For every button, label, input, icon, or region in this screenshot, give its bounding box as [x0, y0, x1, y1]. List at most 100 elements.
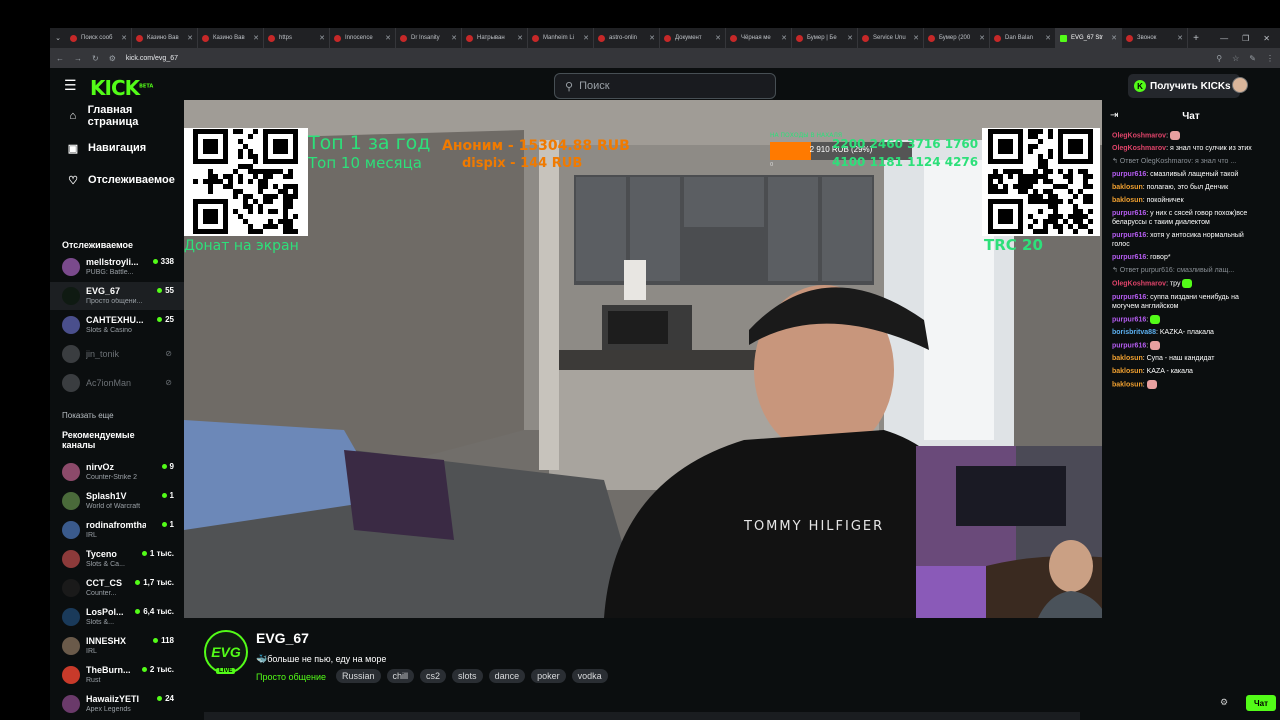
- tab-close-icon[interactable]: ✕: [979, 34, 985, 42]
- chat-username[interactable]: purpur616: [1112, 232, 1146, 239]
- chat-settings-icon[interactable]: ⚙: [1220, 697, 1228, 708]
- browser-tab[interactable]: Документ ✕: [660, 28, 726, 48]
- new-tab-button[interactable]: +: [1188, 33, 1204, 44]
- tab-close-icon[interactable]: ✕: [121, 34, 127, 42]
- browser-tab[interactable]: Dan Balan ✕: [990, 28, 1056, 48]
- stream-tag[interactable]: vodka: [571, 669, 608, 683]
- browser-tab[interactable]: https ✕: [264, 28, 330, 48]
- url-field[interactable]: kick.com/evg_67: [126, 55, 178, 62]
- chat-username[interactable]: baklosun: [1112, 382, 1143, 389]
- recommended-channel[interactable]: nirvOz Counter-Strike 2 9: [50, 458, 184, 486]
- browser-tab[interactable]: Поиск сооб ✕: [66, 28, 132, 48]
- extension-icon[interactable]: ✎: [1249, 54, 1256, 63]
- site-info-icon[interactable]: ⚙: [109, 54, 116, 63]
- browser-tab[interactable]: Звонок ✕: [1122, 28, 1188, 48]
- browser-tab[interactable]: EVG_67 Str ✕: [1056, 28, 1122, 48]
- search-input[interactable]: ⚲ Поиск: [554, 73, 776, 99]
- tab-search-icon[interactable]: ⌄: [50, 34, 66, 42]
- tab-close-icon[interactable]: ✕: [1177, 34, 1183, 42]
- chat-username[interactable]: borisbritva88: [1112, 329, 1156, 336]
- user-avatar[interactable]: [1232, 77, 1248, 93]
- tab-close-icon[interactable]: ✕: [913, 34, 919, 42]
- stream-tag[interactable]: chill: [386, 669, 415, 683]
- stream-tag[interactable]: dance: [488, 669, 526, 683]
- following-channel[interactable]: jin_tonik ⊘: [50, 340, 184, 368]
- recommended-channel[interactable]: Tyceno Slots & Ca... 1 тыс.: [50, 545, 184, 573]
- following-channel[interactable]: Ac7ionMan ⊘: [50, 369, 184, 397]
- channel-name[interactable]: EVG_67: [256, 630, 309, 646]
- browser-tab[interactable]: Казино Вав ✕: [132, 28, 198, 48]
- menu-kebab-icon[interactable]: ⋮: [1266, 54, 1274, 63]
- tab-close-icon[interactable]: ✕: [649, 34, 655, 42]
- chat-username[interactable]: purpur616: [1112, 210, 1146, 217]
- following-channel[interactable]: mellstroyli... PUBG: Battle... 338: [50, 253, 184, 281]
- browser-tab[interactable]: Казино Вав ✕: [198, 28, 264, 48]
- nav-following[interactable]: ♡ Отслеживаемое: [50, 169, 184, 191]
- tab-close-icon[interactable]: ✕: [187, 34, 193, 42]
- chat-username[interactable]: OlegKoshmarov: [1112, 281, 1166, 288]
- recommended-channel[interactable]: LosPol... Slots &... 6,4 тыс.: [50, 603, 184, 631]
- stream-tag[interactable]: cs2: [420, 669, 447, 683]
- chat-username[interactable]: purpur616: [1112, 294, 1146, 301]
- recommended-channel[interactable]: Splash1V World of Warcraft 1: [50, 487, 184, 515]
- chat-username[interactable]: baklosun: [1112, 355, 1143, 362]
- tab-close-icon[interactable]: ✕: [319, 34, 325, 42]
- get-kicks-button[interactable]: K Получить KICKs: [1128, 74, 1240, 98]
- chat-username[interactable]: purpur616: [1112, 342, 1146, 349]
- back-icon[interactable]: ←: [56, 54, 64, 63]
- tab-close-icon[interactable]: ✕: [781, 34, 787, 42]
- recommended-channel[interactable]: TheBurn... Rust 2 тыс.: [50, 661, 184, 689]
- recommended-channel[interactable]: INNESHX IRL 118: [50, 632, 184, 660]
- browser-tab[interactable]: Innocence ✕: [330, 28, 396, 48]
- browser-tab[interactable]: Бумер | Бе ✕: [792, 28, 858, 48]
- tab-close-icon[interactable]: ✕: [583, 34, 589, 42]
- chat-username[interactable]: purpur616: [1112, 316, 1146, 323]
- chat-username[interactable]: OlegKoshmarov: [1112, 145, 1166, 152]
- browser-tab[interactable]: Чёрная ме ✕: [726, 28, 792, 48]
- recommended-channel[interactable]: HawaiizYETI Apex Legends 24: [50, 690, 184, 718]
- following-channel[interactable]: EVG_67 Просто общени... 55: [50, 282, 184, 310]
- chat-username[interactable]: baklosun: [1112, 197, 1143, 204]
- tab-close-icon[interactable]: ✕: [1045, 34, 1051, 42]
- stream-tag[interactable]: poker: [531, 669, 566, 683]
- nav-home[interactable]: ⌂ Главная страница: [50, 104, 184, 128]
- tab-close-icon[interactable]: ✕: [517, 34, 523, 42]
- browser-tab[interactable]: Service Unu ✕: [858, 28, 924, 48]
- browser-tab[interactable]: Manheim Li ✕: [528, 28, 594, 48]
- reload-icon[interactable]: ↻: [92, 54, 99, 63]
- bookmark-star-icon[interactable]: ☆: [1232, 54, 1239, 63]
- qr-module: [1028, 149, 1033, 154]
- chat-username[interactable]: baklosun: [1112, 368, 1143, 375]
- chat-username[interactable]: baklosun: [1112, 184, 1143, 191]
- recommended-channel[interactable]: rodinafromthai IRL 1: [50, 516, 184, 544]
- chat-username[interactable]: OlegKoshmarov: [1112, 132, 1166, 139]
- stream-tag[interactable]: Russian: [336, 669, 381, 683]
- tab-close-icon[interactable]: ✕: [715, 34, 721, 42]
- stream-category[interactable]: Просто общение: [256, 672, 326, 682]
- zoom-icon[interactable]: ⚲: [1216, 54, 1222, 63]
- forward-icon[interactable]: →: [74, 54, 82, 63]
- qr-module: [273, 194, 278, 199]
- recommended-channel[interactable]: CCT_CS Counter... 1,7 тыс.: [50, 574, 184, 602]
- kick-logo[interactable]: KICKBETA: [90, 76, 153, 100]
- tab-close-icon[interactable]: ✕: [1111, 34, 1117, 42]
- tab-close-icon[interactable]: ✕: [847, 34, 853, 42]
- maximize-icon[interactable]: ❐: [1242, 34, 1249, 43]
- show-more-link[interactable]: Показать еще: [62, 411, 114, 420]
- following-channel[interactable]: CAHTEXHU... Slots & Casino 25: [50, 311, 184, 339]
- tab-close-icon[interactable]: ✕: [253, 34, 259, 42]
- browser-tab[interactable]: Dr Insanity ✕: [396, 28, 462, 48]
- menu-icon[interactable]: ☰: [64, 78, 78, 92]
- stream-tag[interactable]: slots: [452, 669, 483, 683]
- browser-tab[interactable]: Бумер (200 ✕: [924, 28, 990, 48]
- browser-tab[interactable]: astro-onlin ✕: [594, 28, 660, 48]
- browser-tab[interactable]: Натрыван ✕: [462, 28, 528, 48]
- chat-button[interactable]: Чат: [1246, 695, 1276, 711]
- tab-close-icon[interactable]: ✕: [451, 34, 457, 42]
- chat-username[interactable]: purpur616: [1112, 254, 1146, 261]
- chat-username[interactable]: purpur616: [1112, 171, 1146, 178]
- minimize-icon[interactable]: —: [1220, 34, 1228, 43]
- nav-browse[interactable]: ▣ Навигация: [50, 137, 184, 159]
- tab-close-icon[interactable]: ✕: [385, 34, 391, 42]
- close-window-icon[interactable]: ✕: [1263, 34, 1270, 43]
